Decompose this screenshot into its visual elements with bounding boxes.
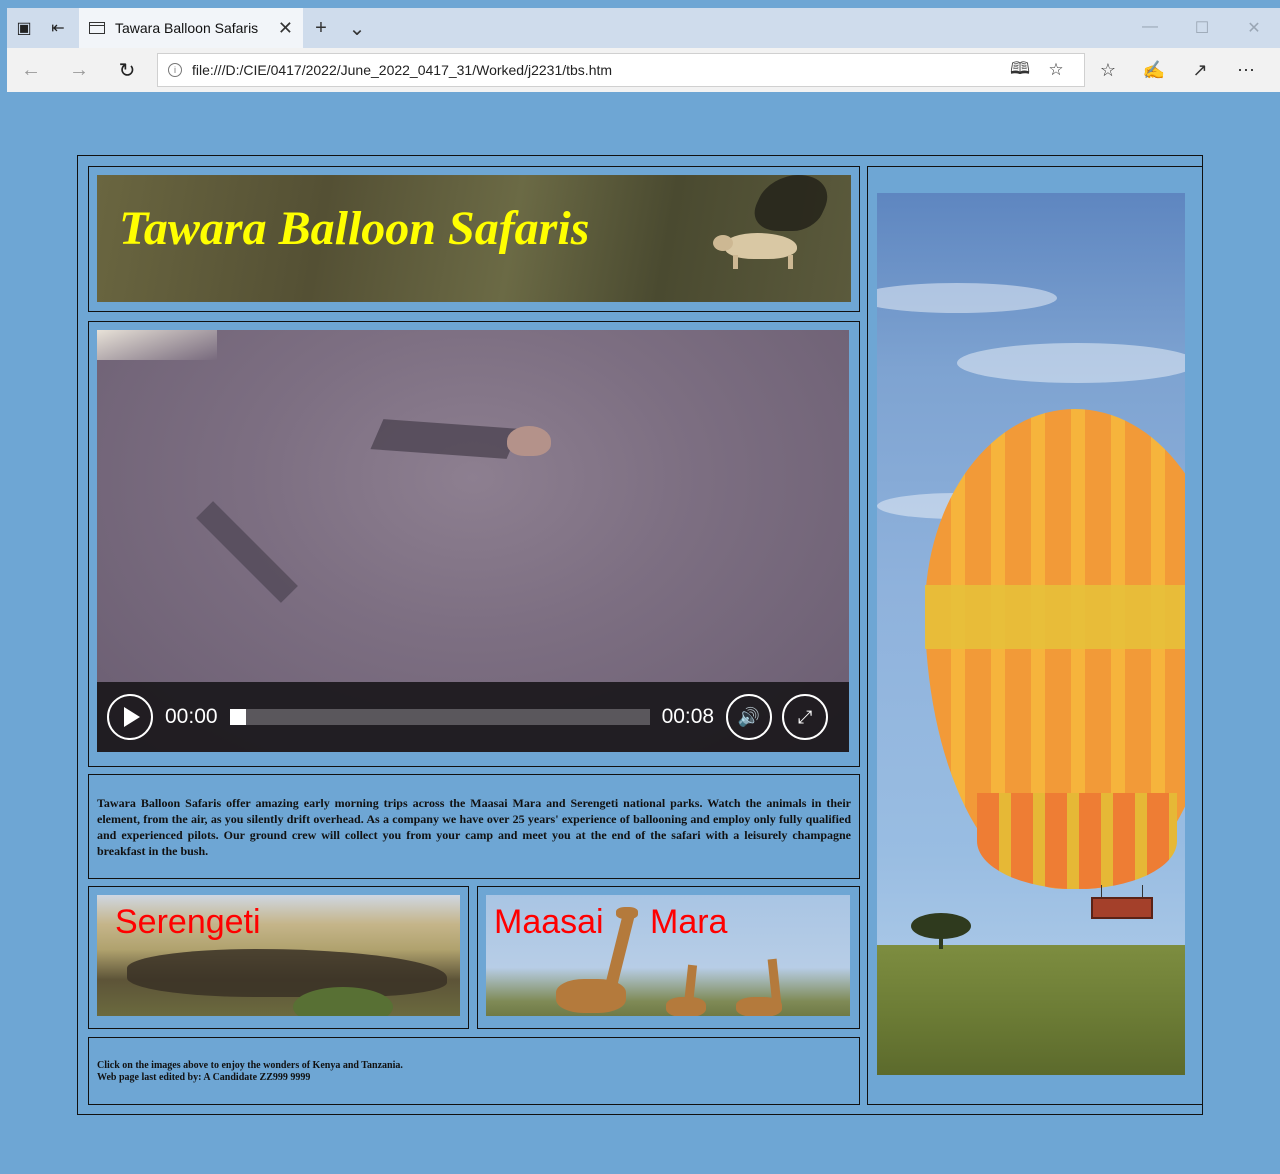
volume-icon: 🔊	[737, 706, 761, 727]
footer-line-2: Web page last edited by: A Candidate ZZ9…	[97, 1072, 311, 1083]
minimize-icon[interactable]: —	[1124, 18, 1176, 38]
serengeti-label: Serengeti	[115, 903, 261, 941]
banner-cell: Tawara Balloon Safaris	[88, 166, 860, 312]
maasai-mara-image-link[interactable]: Maasai Mara	[486, 895, 850, 1016]
tab-actions-icon[interactable]: ▣	[7, 8, 41, 48]
more-icon[interactable]: ⋯	[1223, 60, 1269, 81]
wildebeest-herd	[127, 949, 447, 997]
acacia-tree	[911, 913, 971, 939]
video-controls: 00:00 00:08 🔊 ⤢	[97, 682, 849, 752]
chevron-down-icon[interactable]: ⌄	[339, 16, 375, 41]
favorite-star-icon[interactable]: ☆	[1038, 60, 1074, 80]
lion-legs	[733, 255, 793, 269]
giraffe-body	[666, 997, 706, 1016]
mara-label: Mara	[650, 903, 728, 941]
balloon-basket	[1091, 897, 1153, 919]
banner-image: Tawara Balloon Safaris	[97, 175, 851, 302]
close-window-icon[interactable]: ✕	[1228, 18, 1280, 38]
page-outer-table: Tawara Balloon Safaris 00:00 00:08 🔊 ⤢ T…	[77, 155, 1203, 1115]
url-text: file:///D:/CIE/0417/2022/June_2022_0417_…	[192, 62, 613, 78]
seek-bar[interactable]	[229, 709, 650, 725]
forward-icon[interactable]: →	[55, 59, 103, 82]
video-cell: 00:00 00:08 🔊 ⤢	[88, 321, 860, 767]
video-haze	[97, 330, 217, 360]
page-icon	[89, 22, 105, 34]
giraffe-head	[616, 907, 638, 919]
cloud	[957, 343, 1185, 383]
footer-text: Click on the images above to enjoy the w…	[97, 1060, 403, 1084]
savanna-ground	[877, 945, 1185, 1075]
close-tab-icon[interactable]: ✕	[278, 18, 293, 39]
hot-air-balloon-image	[877, 193, 1185, 1075]
video-player[interactable]: 00:00 00:08 🔊 ⤢	[97, 330, 849, 752]
reading-view-icon[interactable]: 🕮	[1002, 56, 1038, 85]
balloon-shadow	[370, 419, 520, 459]
banner-title: Tawara Balloon Safaris	[119, 202, 590, 255]
lion-shadow	[743, 175, 841, 231]
maasai-mara-cell: Maasai Mara	[477, 886, 860, 1029]
description-cell: Tawara Balloon Safaris offer amazing ear…	[88, 774, 860, 879]
back-icon[interactable]: ←	[7, 59, 55, 82]
footer-cell: Click on the images above to enjoy the w…	[88, 1037, 860, 1105]
favorites-icon[interactable]: ☆	[1085, 60, 1131, 81]
refresh-icon[interactable]: ↻	[103, 58, 151, 83]
giraffe-body	[556, 979, 626, 1013]
giraffe-body	[736, 997, 782, 1016]
fullscreen-button[interactable]: ⤢	[782, 694, 829, 740]
serengeti-image-link[interactable]: Serengeti	[97, 895, 460, 1016]
giraffe-neck	[605, 914, 635, 986]
termite-mound	[507, 426, 551, 456]
side-image-cell	[867, 166, 1203, 1105]
browser-titlebar: ▣ ⇤ Tawara Balloon Safaris ✕ + ⌄ — ☐ ✕	[7, 8, 1280, 48]
volume-button[interactable]: 🔊	[726, 694, 773, 740]
play-icon	[124, 707, 140, 727]
duration: 00:08	[661, 705, 715, 728]
play-button[interactable]	[107, 694, 153, 740]
fullscreen-icon: ⤢	[797, 706, 813, 727]
maximize-icon[interactable]: ☐	[1176, 18, 1228, 38]
share-icon[interactable]: ↗	[1177, 60, 1223, 81]
window-controls: — ☐ ✕	[1124, 18, 1280, 38]
footer-line-1: Click on the images above to enjoy the w…	[97, 1060, 403, 1071]
maasai-label: Maasai	[494, 903, 604, 941]
pen-icon[interactable]: ✍	[1131, 60, 1177, 81]
tab-title: Tawara Balloon Safaris	[115, 20, 259, 36]
new-tab-icon[interactable]: +	[303, 17, 339, 40]
current-time: 00:00	[165, 705, 218, 728]
address-toolbar: ← → ↻ i file:///D:/CIE/0417/2022/June_20…	[7, 48, 1280, 92]
address-input[interactable]: i file:///D:/CIE/0417/2022/June_2022_041…	[157, 53, 1085, 87]
set-tabs-aside-icon[interactable]: ⇤	[41, 8, 75, 48]
cloud	[877, 283, 1057, 313]
balloon-band	[925, 585, 1185, 649]
info-icon[interactable]: i	[168, 63, 182, 77]
tree-shadow	[196, 501, 298, 603]
balloon-lower	[977, 793, 1177, 889]
description-text: Tawara Balloon Safaris offer amazing ear…	[97, 796, 851, 858]
seek-thumb[interactable]	[229, 709, 246, 725]
browser-tab[interactable]: Tawara Balloon Safaris ✕	[79, 8, 303, 48]
serengeti-cell: Serengeti	[88, 886, 469, 1029]
